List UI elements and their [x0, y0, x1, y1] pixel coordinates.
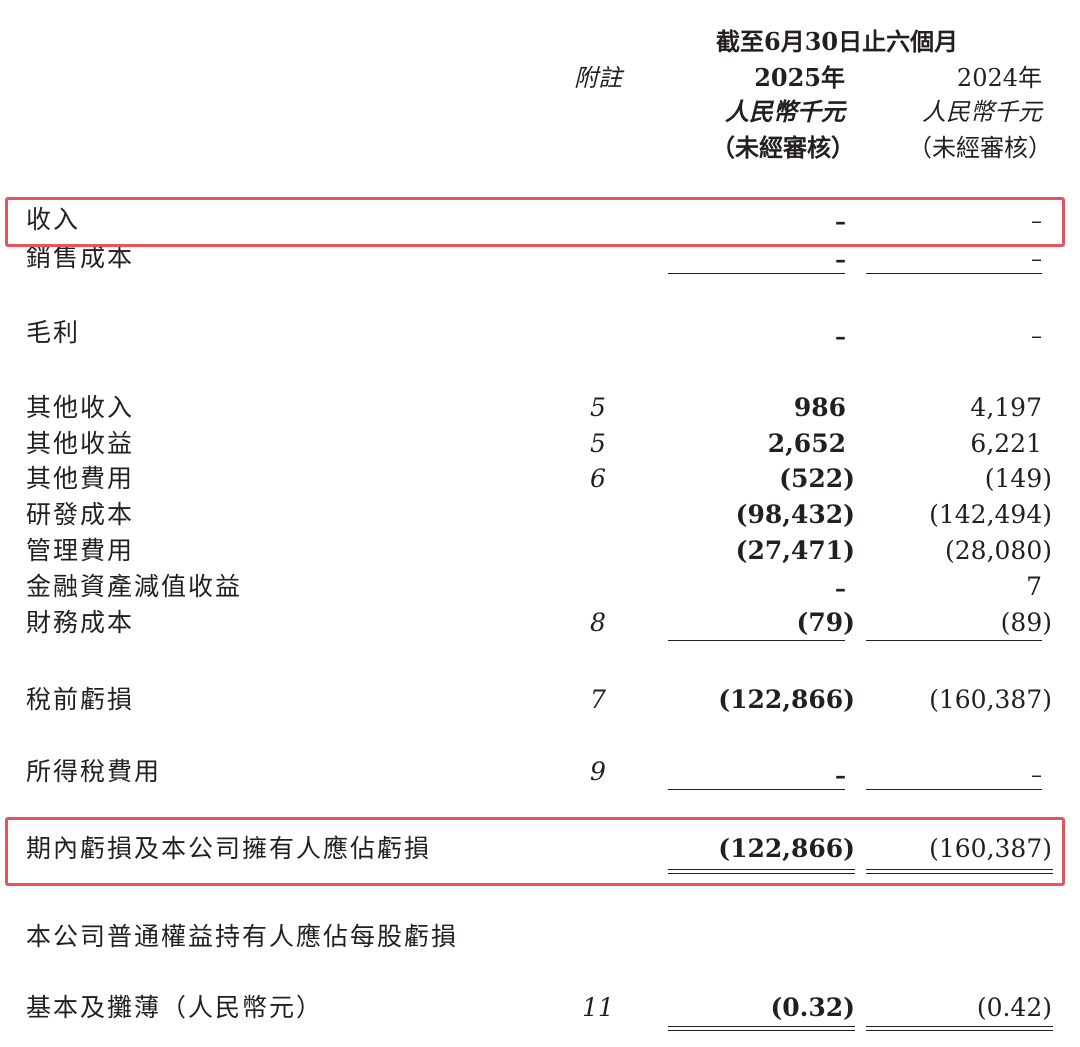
row-value-2025-other-gains: 2,652	[767, 429, 846, 458]
row-value-2024-impairment-gains: 7	[1026, 572, 1042, 601]
total-double-rule-2025	[668, 1026, 855, 1031]
row-value-2024-finance-costs: (89)	[1000, 608, 1052, 637]
row-value-2024-admin-expenses: (28,080)	[945, 536, 1052, 565]
row-value-2025-finance-costs: (79)	[796, 608, 855, 637]
row-value-2024-cost-of-sales: –	[1031, 247, 1042, 272]
row-note-finance-costs: 8	[590, 608, 606, 637]
row-label-basic-diluted: 基本及攤薄（人民幣元）	[26, 993, 324, 1022]
row-label-other-gains: 其他收益	[26, 429, 135, 458]
row-value-2025-income-tax: –	[835, 763, 846, 789]
row-value-2024-other-gains: 6,221	[970, 429, 1042, 458]
period-header: 截至6月30日止六個月	[716, 27, 959, 56]
row-value-2025-gross-profit: –	[835, 324, 846, 350]
row-value-2025-rd-costs: (98,432)	[735, 500, 855, 529]
row-label-loss-per-share-heading: 本公司普通權益持有人應佔每股虧損	[26, 922, 459, 951]
subtotal-rule-2024	[866, 273, 1042, 274]
row-label-impairment-gains: 金融資產減值收益	[26, 572, 243, 601]
row-value-2024-other-income: 4,197	[970, 393, 1042, 422]
row-label-cost-of-sales: 銷售成本	[26, 243, 135, 272]
column-2025-year: 2025年	[754, 63, 845, 92]
row-note-other-gains: 5	[590, 429, 606, 458]
row-label-loss-before-tax: 稅前虧損	[26, 685, 135, 714]
subtotal-rule-2024	[866, 789, 1042, 790]
subtotal-rule-2025	[668, 273, 845, 274]
column-2024-year: 2024年	[956, 64, 1042, 92]
row-value-2024-loss-before-tax: (160,387)	[929, 685, 1052, 714]
total-double-rule-2024	[866, 1026, 1053, 1031]
row-label-other-income: 其他收入	[26, 393, 135, 422]
row-value-2025-loss-before-tax: (122,866)	[718, 685, 855, 714]
row-note-other-expenses: 6	[590, 464, 606, 493]
row-note-income-tax: 9	[590, 757, 606, 786]
row-note-basic-diluted: 11	[582, 993, 614, 1022]
row-value-2025-other-expenses: (522)	[779, 464, 855, 493]
column-2024-audit: （未經審核）	[908, 134, 1052, 162]
subtotal-rule-2025	[668, 789, 845, 790]
row-label-rd-costs: 研發成本	[26, 500, 135, 529]
row-value-2024-other-expenses: (149)	[984, 464, 1052, 493]
row-value-2024-gross-profit: –	[1031, 324, 1042, 349]
row-note-loss-before-tax: 7	[590, 685, 606, 714]
subtotal-rule-2025	[668, 640, 845, 641]
row-value-2025-impairment-gains: –	[835, 576, 846, 602]
row-label-other-expenses: 其他費用	[26, 464, 135, 493]
column-2024-unit: 人民幣千元	[922, 98, 1042, 126]
row-label-finance-costs: 財務成本	[26, 608, 135, 637]
subtotal-rule-2024	[866, 640, 1042, 641]
highlight-box-revenue	[5, 197, 1065, 247]
row-label-admin-expenses: 管理費用	[26, 536, 135, 565]
row-value-2025-cost-of-sales: –	[835, 247, 846, 273]
row-value-2025-basic-diluted: (0.32)	[770, 993, 855, 1022]
row-value-2024-rd-costs: (142,494)	[929, 500, 1052, 529]
highlight-box-loss-for-period	[5, 817, 1065, 886]
row-value-2025-admin-expenses: (27,471)	[735, 536, 855, 565]
note-column-header: 附註	[574, 64, 622, 92]
row-value-2024-income-tax: –	[1031, 763, 1042, 788]
row-label-income-tax: 所得稅費用	[26, 757, 162, 786]
row-note-other-income: 5	[590, 393, 606, 422]
row-label-gross-profit: 毛利	[26, 318, 81, 347]
row-value-2025-other-income: 986	[793, 393, 846, 422]
column-2025-audit: （未經審核）	[711, 133, 855, 162]
column-2025-unit: 人民幣千元	[725, 97, 845, 126]
row-value-2024-basic-diluted: (0.42)	[976, 993, 1052, 1022]
